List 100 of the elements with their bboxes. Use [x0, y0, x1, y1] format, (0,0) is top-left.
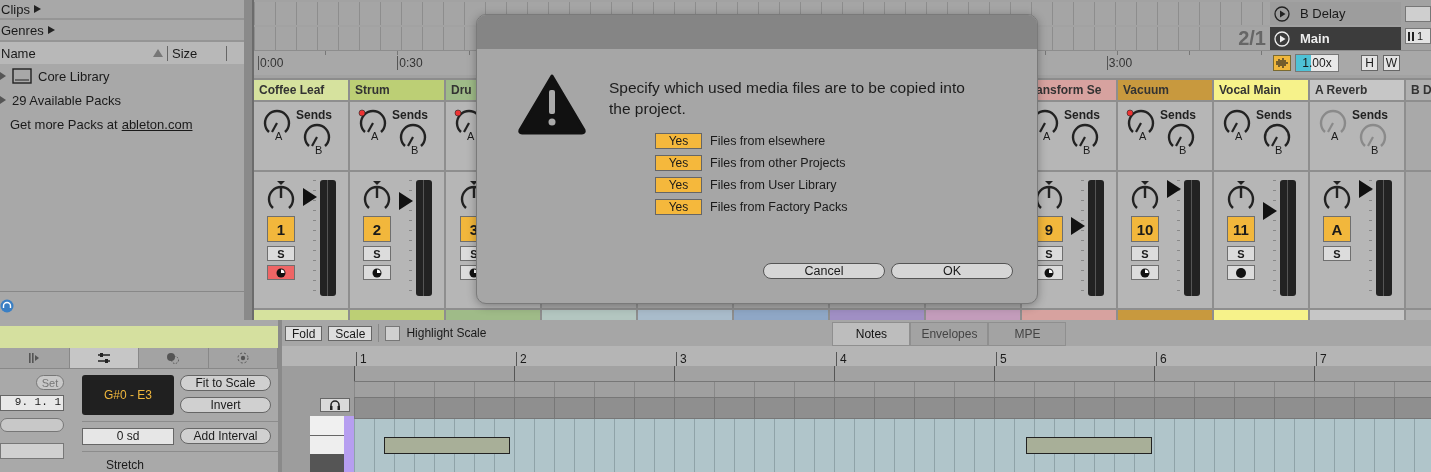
- pitch-range-display[interactable]: G#0 - E3: [82, 375, 174, 415]
- track-activator-button[interactable]: 2: [363, 216, 391, 242]
- toolbar-button[interactable]: Scale: [328, 325, 373, 341]
- toggle-button[interactable]: Yes: [655, 199, 702, 215]
- browser-category[interactable]: Genres: [1, 22, 44, 38]
- option-label: Files from elsewhere: [710, 134, 826, 148]
- play-icon[interactable]: [1274, 5, 1290, 22]
- clock-icon: [1140, 267, 1150, 278]
- headphones-icon: [329, 399, 341, 411]
- expand-arrow-icon[interactable]: [0, 96, 6, 104]
- arm-button[interactable]: [363, 265, 391, 280]
- input-field[interactable]: [0, 443, 64, 459]
- arm-button[interactable]: [1131, 265, 1159, 280]
- time-label: 3:00: [1106, 56, 1133, 70]
- expand-arrow-icon: [47, 26, 55, 34]
- knob-label: A: [467, 130, 475, 142]
- option-label: Files from User Library: [710, 178, 837, 192]
- track-activator-button[interactable]: A: [1323, 216, 1351, 242]
- headphones-icon[interactable]: [0, 299, 14, 313]
- toggle-button[interactable]: H: [1361, 55, 1378, 71]
- knob-label: A: [1235, 130, 1243, 142]
- solo-button[interactable]: S: [363, 246, 391, 261]
- knob-label: B: [411, 144, 419, 156]
- dot-icon: [1236, 267, 1246, 278]
- volume-handle[interactable]: [1359, 180, 1373, 199]
- toggle-button[interactable]: Yes: [655, 155, 702, 171]
- sends-label: Sends: [296, 108, 332, 122]
- bars-icon: [1408, 31, 1414, 41]
- toggle-button[interactable]: Yes: [655, 177, 702, 193]
- clip-button[interactable]: Fit to Scale: [180, 375, 271, 391]
- midi-note[interactable]: [1026, 437, 1152, 454]
- return-track[interactable]: B Delay: [1270, 2, 1401, 25]
- add-interval-button[interactable]: Add Interval: [180, 428, 271, 444]
- dialog-button[interactable]: OK: [891, 263, 1013, 279]
- option-label: Files from Factory Packs: [710, 200, 848, 214]
- toggle-button[interactable]: Yes: [655, 133, 702, 149]
- knob-label: B: [1275, 144, 1283, 156]
- track-activator-button[interactable]: 10: [1131, 216, 1159, 242]
- volume-handle[interactable]: [1263, 202, 1277, 221]
- time-label: 0:00: [258, 56, 284, 70]
- return-track[interactable]: Main: [1270, 27, 1401, 50]
- panel-tab[interactable]: [139, 348, 209, 368]
- expand-arrow-icon[interactable]: [0, 72, 6, 80]
- solo-button[interactable]: S: [267, 246, 295, 261]
- sends-label: Sends: [1352, 108, 1388, 122]
- volume-handle[interactable]: [1167, 180, 1181, 199]
- knob-label: A: [1139, 130, 1147, 142]
- knob-label: B: [1083, 144, 1091, 156]
- volume-handle[interactable]: [303, 188, 317, 207]
- sends-label: Sends: [1064, 108, 1100, 122]
- empty-button[interactable]: [0, 418, 64, 432]
- column-header[interactable]: Size: [167, 45, 227, 61]
- dialog-message: Specify which used media files are to be copied into the project.: [609, 78, 966, 119]
- volume-handle[interactable]: [399, 191, 413, 210]
- interval-field[interactable]: 0 sd: [82, 428, 174, 445]
- knob-label: B: [1179, 144, 1187, 156]
- input-field[interactable]: [1405, 6, 1431, 22]
- knob-label: A: [371, 130, 379, 142]
- browser-category[interactable]: Clips: [1, 1, 30, 17]
- editor-tab[interactable]: MPE: [988, 322, 1067, 346]
- panel-tab[interactable]: [69, 348, 139, 368]
- midi-note[interactable]: [384, 437, 510, 454]
- track-activator-button[interactable]: 1: [267, 216, 295, 242]
- toggle-button[interactable]: W: [1383, 55, 1400, 71]
- clock-icon: [276, 267, 286, 278]
- track-activator-button[interactable]: 11: [1227, 216, 1255, 242]
- knob-label: A: [275, 130, 283, 142]
- column-header[interactable]: Name: [1, 45, 153, 61]
- knob-label: A: [1043, 130, 1051, 142]
- editor-tab[interactable]: Envelopes: [910, 322, 989, 346]
- preview-button[interactable]: [320, 398, 350, 412]
- solo-button[interactable]: S: [1131, 246, 1159, 261]
- checkbox[interactable]: [385, 325, 401, 341]
- volume-handle[interactable]: [1071, 217, 1085, 236]
- sort-arrow-icon: [153, 49, 163, 57]
- knob-label: A: [1331, 130, 1339, 142]
- folder-box-icon: [12, 68, 32, 84]
- browser-item[interactable]: Core Library: [38, 68, 110, 84]
- website-link[interactable]: ableton.com: [121, 116, 193, 132]
- toolbar-button[interactable]: Fold: [285, 325, 323, 341]
- position-field[interactable]: 9. 1. 1: [0, 395, 64, 411]
- clip-button[interactable]: Invert: [180, 397, 271, 413]
- solo-button[interactable]: S: [1323, 246, 1351, 261]
- dialog-button[interactable]: Cancel: [763, 263, 885, 279]
- solo-button[interactable]: S: [1227, 246, 1255, 261]
- track-name[interactable]: Dru: [446, 83, 472, 97]
- sliders-icon: [96, 352, 111, 364]
- browser-item[interactable]: 29 Available Packs: [12, 92, 121, 108]
- waveform-icon: [1276, 57, 1288, 69]
- clock-icon: [372, 267, 382, 278]
- arm-button[interactable]: [1227, 265, 1255, 280]
- waveform-button[interactable]: [1273, 55, 1291, 71]
- editor-tab[interactable]: Notes: [832, 322, 911, 346]
- browser-hint: Get more Packs at: [10, 116, 118, 132]
- piano-keys[interactable]: [310, 416, 354, 472]
- circles-icon: [166, 352, 181, 364]
- arm-button[interactable]: [267, 265, 295, 280]
- value-field[interactable]: 1: [1405, 28, 1431, 44]
- sends-label: Sends: [392, 108, 428, 122]
- expand-arrow-icon: [33, 5, 41, 13]
